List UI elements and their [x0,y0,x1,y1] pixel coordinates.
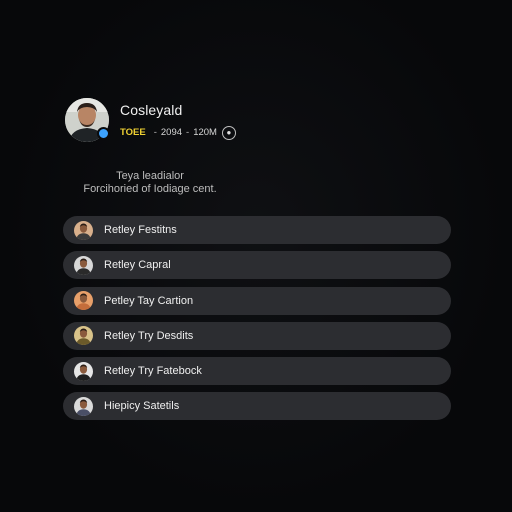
link-avatar [74,361,93,381]
profile-header: Cosleyald TOEE - 2094 - 120M ● [65,98,236,142]
link-avatar [74,396,93,416]
link-button[interactable]: Retley Festitns [63,216,451,244]
link-button[interactable]: Retley Capral [63,251,451,280]
meta-separator: - [186,127,190,138]
link-list: Retley Festitns Retley Capral Petley Tay C… [63,216,451,428]
meta-separator: - [153,127,157,138]
profile-meta: TOEE - 2094 - 120M ● [120,126,236,140]
link-label: Retley Try Fatebock [104,365,202,378]
bio: Teya leadialor Forcihoried of Iodiage ce… [60,170,240,196]
profile-name: Cosleyald [120,102,183,118]
link-label: Hiepicy Satetils [104,400,180,413]
bio-line-1: Teya leadialor [116,170,184,182]
profile-date: 2094 [160,127,183,138]
link-label: Retley Festitns [104,224,177,236]
link-label: Retley Try Desdits [104,329,194,342]
link-avatar [74,220,93,240]
profile-time: 120M [193,127,217,138]
bio-line-2: Forcihoried of Iodiage cent. [83,183,217,195]
online-status-dot [97,127,110,140]
link-label: Retley Capral [104,259,171,272]
profile-avatar[interactable] [65,98,110,142]
link-label: Petley Tay Cartion [104,294,194,307]
link-button[interactable]: Retley Try Fatebock [63,357,451,386]
link-avatar [74,326,93,346]
settings-icon[interactable]: ● [221,126,236,140]
link-button[interactable]: Hiepicy Satetils [63,392,451,421]
screen: Cosleyald TOEE - 2094 - 120M ● Teya lead… [0,0,512,512]
link-button[interactable]: Petley Tay Cartion [63,286,451,315]
profile-badge: TOEE [120,127,146,138]
link-button[interactable]: Retley Try Desdits [63,321,451,350]
link-avatar [74,291,93,311]
link-avatar [74,255,93,275]
